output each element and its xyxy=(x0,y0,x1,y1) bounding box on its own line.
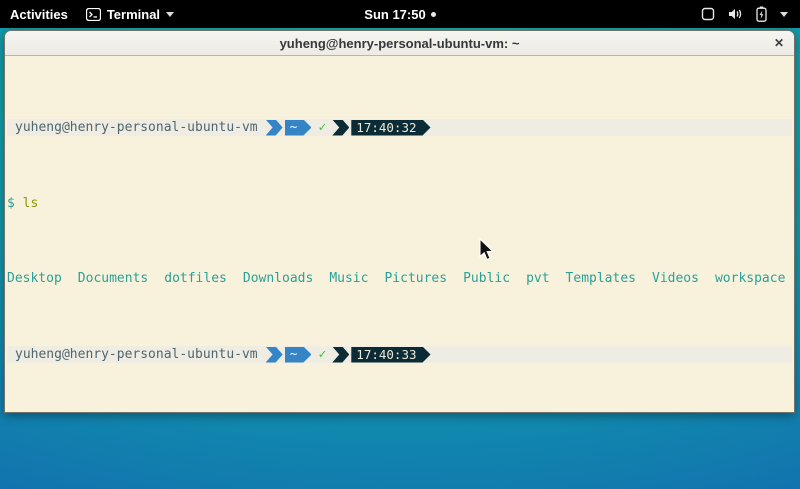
terminal-window: yuheng@henry-personal-ubuntu-vm: ~ ✕ yuh… xyxy=(4,30,795,413)
volume-icon xyxy=(728,7,743,21)
terminal-content[interactable]: yuheng@henry-personal-ubuntu-vm ~ ✓ 17:4… xyxy=(5,56,794,413)
top-bar: Activities Terminal Sun 17:50 xyxy=(0,0,800,28)
ls-entry: workspace xyxy=(715,271,785,286)
prompt-cwd: ~ xyxy=(290,347,298,362)
status-check-icon: ✓ xyxy=(318,347,326,362)
ls-entry: Videos xyxy=(652,271,699,286)
command-line: $ ls xyxy=(7,196,792,211)
prompt-time-segment: 17:40:33 xyxy=(351,347,430,363)
prompt-char: $ xyxy=(7,196,15,211)
prompt-cwd-segment: ~ xyxy=(285,120,312,136)
ls-entry: pvt xyxy=(526,271,549,286)
ls-entry: Desktop xyxy=(7,271,62,286)
activities-button[interactable]: Activities xyxy=(10,7,68,22)
ls-entry: Downloads xyxy=(243,271,313,286)
notification-dot-icon xyxy=(431,12,436,17)
window-title: yuheng@henry-personal-ubuntu-vm: ~ xyxy=(280,36,520,51)
desktop-background: yuheng@henry-personal-ubuntu-vm: ~ ✕ yuh… xyxy=(0,28,800,489)
ls-entry: Documents xyxy=(78,271,148,286)
command-text: ls xyxy=(23,196,39,211)
prompt-line: yuheng@henry-personal-ubuntu-vm ~ ✓ 17:4… xyxy=(7,346,792,363)
screen-icon xyxy=(701,7,715,21)
powerline-chevron-icon xyxy=(266,120,283,136)
app-menu[interactable]: Terminal xyxy=(86,7,174,22)
powerline-chevron-icon xyxy=(332,347,349,363)
powerline-chevron-icon xyxy=(266,347,283,363)
app-menu-label: Terminal xyxy=(107,7,160,22)
prompt-time: 17:40:32 xyxy=(356,120,416,135)
close-button[interactable]: ✕ xyxy=(774,31,784,55)
terminal-app-icon xyxy=(86,8,101,21)
clock-label: Sun 17:50 xyxy=(364,7,425,22)
prompt-cwd-segment: ~ xyxy=(285,347,312,363)
system-menu-chevron-icon xyxy=(780,12,788,17)
ls-output-line: Desktop Documents dotfiles Downloads Music Pi… xyxy=(7,271,792,286)
window-titlebar[interactable]: yuheng@henry-personal-ubuntu-vm: ~ ✕ xyxy=(5,31,794,56)
prompt-time-segment: 17:40:32 xyxy=(351,120,430,136)
powerline-chevron-icon xyxy=(332,120,349,136)
prompt-cwd: ~ xyxy=(290,120,298,135)
prompt-time: 17:40:33 xyxy=(356,347,416,362)
status-check-icon: ✓ xyxy=(318,120,326,135)
ls-entry: dotfiles xyxy=(164,271,227,286)
ls-entry: Music xyxy=(329,271,368,286)
prompt-user-host: yuheng@henry-personal-ubuntu-vm xyxy=(15,347,258,362)
ls-entry: Public xyxy=(463,271,510,286)
prompt-user-host: yuheng@henry-personal-ubuntu-vm xyxy=(15,120,258,135)
battery-charging-icon xyxy=(756,6,767,22)
ls-entry: Templates xyxy=(566,271,636,286)
app-menu-chevron-icon xyxy=(166,12,174,17)
prompt-line: yuheng@henry-personal-ubuntu-vm ~ ✓ 17:4… xyxy=(7,119,792,136)
ls-entry: Pictures xyxy=(384,271,447,286)
system-menu[interactable] xyxy=(701,6,800,22)
